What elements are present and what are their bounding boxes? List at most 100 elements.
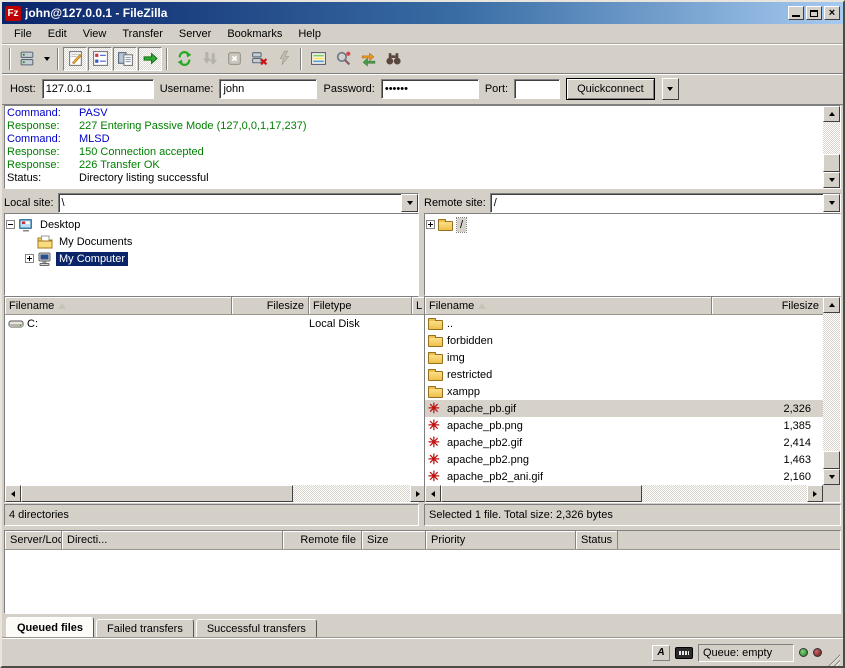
file-row[interactable]: xampp bbox=[425, 383, 823, 400]
local-site-dropdown-button[interactable] bbox=[401, 194, 418, 212]
tree-item-my-computer[interactable]: My Computer bbox=[6, 250, 417, 267]
queue-column-header[interactable]: Remote file bbox=[283, 531, 362, 549]
queue-column-header[interactable]: Priority bbox=[426, 531, 576, 549]
column-header-filename[interactable]: Filename bbox=[425, 297, 712, 314]
directory-comparison-button[interactable] bbox=[331, 47, 355, 71]
scroll-left-button[interactable] bbox=[5, 485, 21, 502]
toggle-remote-tree-button[interactable] bbox=[113, 47, 137, 71]
scrollbar-track[interactable] bbox=[823, 122, 840, 172]
arrow-right-icon bbox=[813, 491, 817, 497]
close-button[interactable]: × bbox=[824, 6, 840, 20]
username-input[interactable]: john bbox=[219, 79, 317, 99]
toggle-local-tree-button[interactable] bbox=[88, 47, 112, 71]
tree-item-root[interactable]: / bbox=[426, 216, 839, 233]
filter-button[interactable] bbox=[306, 47, 330, 71]
menu-item[interactable]: Edit bbox=[40, 26, 75, 42]
remote-vertical-scrollbar[interactable] bbox=[823, 297, 840, 485]
sort-ascending-icon bbox=[478, 303, 486, 309]
port-input[interactable] bbox=[514, 79, 560, 99]
quickconnect-button[interactable]: Quickconnect bbox=[566, 78, 655, 100]
tree-item-desktop[interactable]: Desktop bbox=[6, 216, 417, 233]
process-queue-button[interactable] bbox=[197, 47, 221, 71]
menu-item[interactable]: Help bbox=[290, 26, 329, 42]
menu-item[interactable]: File bbox=[6, 26, 40, 42]
queue-body[interactable] bbox=[5, 550, 840, 613]
column-header-filename[interactable]: Filename bbox=[5, 297, 232, 314]
scroll-down-button[interactable] bbox=[823, 172, 840, 188]
file-name: apache_pb.gif bbox=[447, 403, 516, 415]
column-header-filesize[interactable]: Filesize bbox=[232, 297, 309, 314]
column-header-filetype[interactable]: Filetype bbox=[309, 297, 412, 314]
data-type-ascii-icon[interactable]: A bbox=[652, 645, 670, 661]
file-row[interactable]: restricted bbox=[425, 366, 823, 383]
local-horizontal-scrollbar[interactable] bbox=[5, 485, 426, 502]
queue-column-header[interactable]: Size bbox=[362, 531, 426, 549]
queue-column-header[interactable]: Server/Local file bbox=[5, 531, 62, 549]
collapse-icon[interactable] bbox=[6, 220, 15, 229]
scrollbar-thumb[interactable] bbox=[823, 451, 840, 469]
toggle-message-log-button[interactable] bbox=[63, 47, 87, 71]
scrollbar-track[interactable] bbox=[21, 485, 410, 502]
site-manager-button[interactable] bbox=[15, 47, 39, 71]
scrollbar-thumb[interactable] bbox=[823, 154, 840, 172]
quickconnect-dropdown-button[interactable] bbox=[662, 78, 679, 100]
remote-site-dropdown-button[interactable] bbox=[823, 194, 840, 212]
host-input[interactable]: 127.0.0.1 bbox=[42, 79, 154, 99]
file-row[interactable]: apache_pb.png 1,385 bbox=[425, 417, 823, 434]
scroll-down-button[interactable] bbox=[823, 469, 840, 485]
site-manager-icon bbox=[19, 50, 36, 67]
scrollbar-thumb[interactable] bbox=[21, 485, 293, 502]
toolbar-separator bbox=[166, 48, 168, 70]
status-bar: A Queue: empty bbox=[2, 638, 843, 666]
minimize-button[interactable] bbox=[788, 6, 804, 20]
menu-item[interactable]: Bookmarks bbox=[219, 26, 290, 42]
remote-horizontal-scrollbar[interactable] bbox=[425, 485, 823, 502]
file-row[interactable]: apache_pb2_ani.gif 2,160 bbox=[425, 468, 823, 485]
log-scrollbar[interactable] bbox=[823, 106, 840, 188]
file-row[interactable]: forbidden bbox=[425, 332, 823, 349]
local-site-combo[interactable]: \ bbox=[58, 193, 419, 213]
file-row[interactable]: img bbox=[425, 349, 823, 366]
local-list-header: Filename Filesize Filetype L bbox=[5, 297, 426, 315]
maximize-button[interactable] bbox=[806, 6, 822, 20]
queue-tab[interactable]: Queued files bbox=[6, 617, 94, 638]
find-files-button[interactable] bbox=[381, 47, 405, 71]
synchronized-browsing-button[interactable] bbox=[356, 47, 380, 71]
scrollbar-track[interactable] bbox=[441, 485, 807, 502]
file-row[interactable]: apache_pb.gif 2,326 bbox=[425, 400, 823, 417]
file-row[interactable]: .. bbox=[425, 315, 823, 332]
scrollbar-thumb[interactable] bbox=[441, 485, 642, 502]
file-row[interactable]: apache_pb2.png 1,463 bbox=[425, 451, 823, 468]
expand-icon[interactable] bbox=[426, 220, 435, 229]
file-row[interactable]: apache_pb2.gif 2,414 bbox=[425, 434, 823, 451]
file-size: 2,414 bbox=[712, 437, 823, 449]
scroll-right-button[interactable] bbox=[807, 485, 823, 502]
scroll-left-button[interactable] bbox=[425, 485, 441, 502]
column-header-filesize[interactable]: Filesize bbox=[712, 297, 823, 314]
cancel-button[interactable] bbox=[222, 47, 246, 71]
menu-item[interactable]: Server bbox=[171, 26, 219, 42]
file-row[interactable]: C: Local Disk bbox=[5, 315, 426, 332]
queue-tab[interactable]: Successful transfers bbox=[196, 619, 317, 638]
title-bar[interactable]: Fz john@127.0.0.1 - FileZilla × bbox=[2, 2, 843, 24]
password-input[interactable]: •••••• bbox=[381, 79, 479, 99]
scroll-up-button[interactable] bbox=[823, 106, 840, 122]
queue-tab[interactable]: Failed transfers bbox=[96, 619, 194, 638]
menu-item[interactable]: View bbox=[75, 26, 115, 42]
expand-icon[interactable] bbox=[25, 254, 34, 263]
speed-limits-icon[interactable] bbox=[675, 647, 693, 659]
menu-item[interactable]: Transfer bbox=[114, 26, 171, 42]
reconnect-button[interactable] bbox=[272, 47, 296, 71]
log-line: Response: 226 Transfer OK bbox=[7, 159, 821, 172]
tree-item-my-documents[interactable]: My Documents bbox=[6, 233, 417, 250]
scrollbar-track[interactable] bbox=[823, 313, 840, 469]
toggle-transfer-queue-button[interactable] bbox=[138, 47, 162, 71]
resize-grip[interactable] bbox=[827, 653, 840, 666]
remote-site-combo[interactable]: / bbox=[490, 193, 841, 213]
queue-column-header[interactable]: Status bbox=[576, 531, 618, 549]
queue-column-header[interactable]: Directi... bbox=[62, 531, 283, 549]
scroll-up-button[interactable] bbox=[823, 297, 840, 313]
site-manager-dropdown-button[interactable] bbox=[40, 47, 53, 71]
refresh-button[interactable] bbox=[172, 47, 196, 71]
disconnect-button[interactable] bbox=[247, 47, 271, 71]
